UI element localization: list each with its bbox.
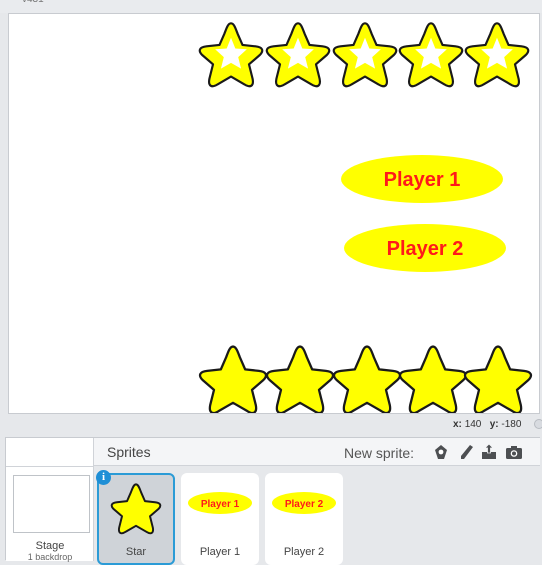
x-value: 140 (464, 419, 482, 430)
player-1-thumbnail: Player 1 (188, 492, 252, 514)
star-sprite-clone[interactable] (398, 345, 468, 413)
sprites-title: Sprites (107, 444, 151, 460)
sprite-list: i Star Player 1 Player 1 Player 2 Player… (94, 466, 540, 565)
choose-from-library-icon[interactable] (432, 443, 450, 461)
star-sprite-clone[interactable] (265, 22, 331, 88)
star-row-bottom (198, 345, 533, 413)
mouse-coordinates: x: 140 y: -180 (453, 419, 521, 430)
stage-drawing: Player 1 Player 2 (198, 22, 533, 413)
sprite-tile-star[interactable]: i Star (96, 470, 175, 565)
player-2-thumbnail: Player 2 (272, 492, 336, 514)
star-thumbnail (110, 483, 162, 535)
upload-sprite-icon[interactable] (480, 443, 498, 461)
star-sprite-clone[interactable] (464, 22, 530, 88)
sprite-tile-player-1[interactable]: Player 1 Player 1 (181, 473, 259, 565)
top-strip: v431 (0, 0, 542, 13)
star-sprite-clone[interactable] (398, 22, 464, 88)
player-1-text: Player 1 (384, 169, 461, 191)
sprites-header: Sprites New sprite: (94, 438, 540, 466)
stage-thumbnail[interactable] (13, 475, 90, 533)
stage-label: Stage (35, 540, 65, 552)
top-fragment: v431 (22, 0, 44, 5)
sprite-tile-player-2[interactable]: Player 2 Player 2 (265, 473, 343, 565)
sprite-pane: Stage 1 backdrop Sprites New sprite: i S… (5, 437, 540, 565)
stage-canvas[interactable]: Player 1 Player 2 (8, 13, 540, 414)
sprite-name: Player 2 (283, 546, 325, 558)
star-sprite-clone[interactable] (332, 345, 402, 413)
player-2-sprite[interactable]: Player 2 (344, 224, 506, 272)
player-1-sprite[interactable]: Player 1 (341, 155, 503, 203)
stage-column-header (6, 438, 93, 467)
star-sprite-clone[interactable] (463, 345, 533, 413)
player-2-text: Player 2 (387, 238, 464, 260)
small-stage-toggle[interactable] (534, 419, 542, 429)
stage-selector[interactable]: Stage 1 backdrop (6, 438, 94, 562)
y-label: y: (489, 419, 499, 430)
y-value: -180 (501, 419, 522, 430)
new-sprite-label: New sprite: (344, 445, 415, 461)
x-label: x: (453, 419, 462, 430)
star-sprite-clone[interactable] (265, 345, 335, 413)
star-sprite-clone[interactable] (332, 22, 398, 88)
player-2-thumb-text: Player 2 (285, 499, 324, 510)
paint-new-sprite-icon[interactable] (457, 443, 475, 461)
sprite-name: Player 1 (199, 546, 241, 558)
stage-backdrop-count: 1 backdrop (27, 552, 73, 562)
star-sprite-clone[interactable] (198, 22, 264, 88)
sprite-name: Star (125, 546, 147, 558)
star-row-top (198, 22, 530, 88)
camera-icon[interactable] (505, 443, 523, 461)
player-1-thumb-text: Player 1 (201, 499, 240, 510)
star-sprite-clone[interactable] (198, 345, 268, 413)
